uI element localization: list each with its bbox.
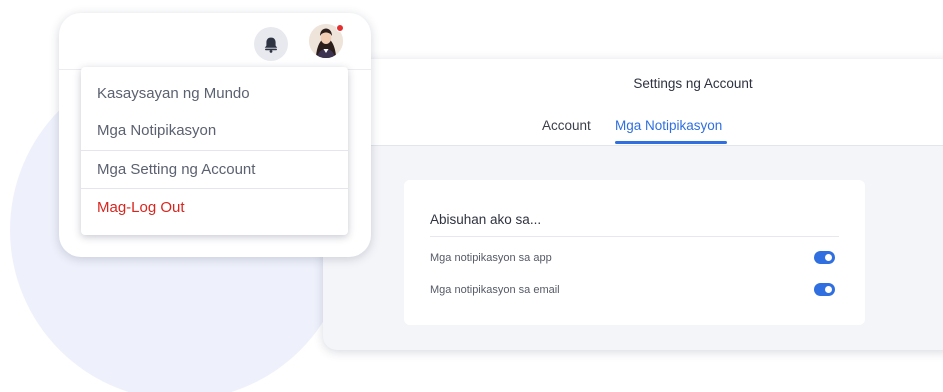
profile-dropdown-menu: Kasaysayan ng Mundo Mga Notipikasyon Mga… [81, 67, 348, 235]
settings-header: Settings ng Account Account Mga Notipika… [323, 59, 943, 146]
menu-item-account-settings[interactable]: Mga Setting ng Account [81, 151, 348, 189]
divider [430, 236, 839, 237]
settings-title: Settings ng Account [633, 76, 753, 91]
notification-dot [336, 24, 344, 32]
account-settings-card: Settings ng Account Account Mga Notipika… [323, 59, 943, 350]
app-notifications-toggle[interactable] [814, 251, 835, 264]
notification-option-app: Mga notipikasyon sa app [430, 250, 839, 268]
notification-heading: Abisuhan ako sa... [430, 212, 542, 227]
menu-item-world-history[interactable]: Kasaysayan ng Mundo [81, 75, 348, 113]
notification-option-email: Mga notipikasyon sa email [430, 282, 839, 300]
notification-preferences-panel: Abisuhan ako sa... Mga notipikasyon sa a… [404, 180, 865, 325]
profile-topbar [59, 13, 371, 70]
option-label: Mga notipikasyon sa app [430, 252, 552, 264]
active-tab-indicator [615, 141, 727, 144]
email-notifications-toggle[interactable] [814, 283, 835, 296]
profile-menu-card: Kasaysayan ng Mundo Mga Notipikasyon Mga… [59, 13, 371, 257]
option-label: Mga notipikasyon sa email [430, 284, 560, 296]
toggle-knob [825, 254, 832, 261]
bell-icon [264, 37, 278, 53]
menu-item-notifications[interactable]: Mga Notipikasyon [81, 112, 348, 150]
toggle-knob [825, 286, 832, 293]
menu-item-logout[interactable]: Mag-Log Out [81, 189, 348, 227]
bell-button[interactable] [254, 27, 288, 61]
tab-notifications[interactable]: Mga Notipikasyon [615, 118, 722, 133]
tab-account[interactable]: Account [542, 118, 591, 133]
